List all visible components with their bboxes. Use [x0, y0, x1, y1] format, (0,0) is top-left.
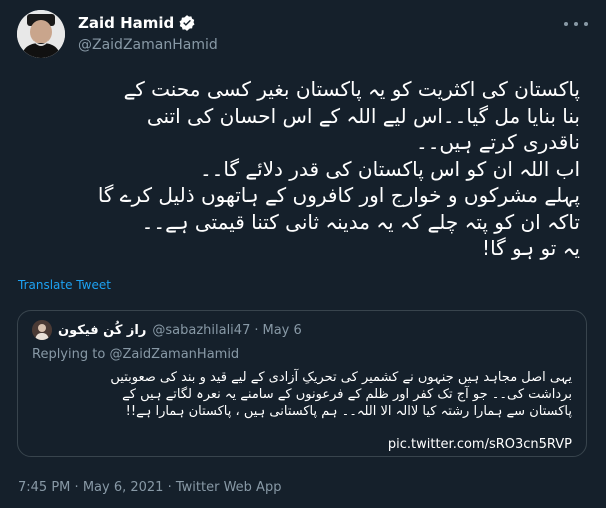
tweet-line: ناقدری کرتے ہیں۔۔ [415, 130, 580, 154]
translate-tweet-link[interactable]: Translate Tweet [18, 278, 111, 292]
author-name-row: Zaid Hamid [78, 14, 196, 32]
tweet-date[interactable]: May 6, 2021 [83, 480, 164, 495]
quoted-media-link: pic.twitter.com/sRO3cn5RVP [387, 437, 572, 452]
tweet-line: تاکہ ان کو پتہ چلے کہ یہ مدینہ ثانی کتنا… [141, 209, 580, 234]
quoted-line: پاکستان سے ہمارا رشتہ کیا لاالہ الا اللہ… [125, 404, 572, 419]
author-display-name[interactable]: Zaid Hamid [78, 14, 174, 32]
quoted-handle: @sabazhilali47 [152, 322, 251, 338]
author-avatar[interactable] [17, 10, 65, 58]
quoted-separator: · [254, 322, 259, 338]
tweet-line: یہ تو ہو گا! [482, 236, 580, 260]
tweet-metadata: 7:45 PM · May 6, 2021 · Twitter Web App [18, 480, 281, 495]
quoted-date: May 6 [262, 322, 302, 338]
tweet-text: پاکستان کی اکثریت کو یہ پاکستان بغیر کسی… [16, 76, 580, 262]
quoted-avatar [32, 320, 52, 340]
more-options-icon[interactable] [564, 16, 588, 32]
replying-handle: @ZaidZamanHamid [109, 347, 240, 362]
tweet-source[interactable]: Twitter Web App [176, 480, 282, 495]
replying-prefix: Replying to [32, 347, 110, 362]
author-handle[interactable]: @ZaidZamanHamid [78, 37, 218, 53]
quoted-line: یہی اصل مجاہد ہیں جنہوں نے کشمیر کی تحری… [110, 370, 572, 385]
tweet-time[interactable]: 7:45 PM [18, 480, 70, 495]
quoted-display-name: راز کُن فیکون [58, 322, 147, 338]
quoted-tweet[interactable]: راز کُن فیکون @sabazhilali47 · May 6 Rep… [17, 310, 587, 457]
tweet-card: Zaid Hamid @ZaidZamanHamid پاکستان کی اک… [0, 0, 606, 508]
verified-badge-icon [179, 15, 195, 31]
quoted-text: یہی اصل مجاہد ہیں جنہوں نے کشمیر کی تحری… [32, 369, 572, 420]
tweet-line: اب اللہ ان کو اس پاکستان کی قدر دلائے گا… [199, 156, 580, 181]
quoted-header: راز کُن فیکون @sabazhilali47 · May 6 [32, 320, 302, 340]
quoted-replying-to: Replying to @ZaidZamanHamid [32, 347, 239, 362]
tweet-line: پہلے مشرکوں و خوارج اور کافروں کے ہاتھوں… [97, 183, 580, 207]
quoted-line: برداشت کی۔۔ جو آج تک کفر اور ظلم کے فرعو… [122, 387, 572, 402]
meta-separator: · [167, 480, 172, 495]
meta-separator: · [74, 480, 79, 495]
tweet-line: پاکستان کی اکثریت کو یہ پاکستان بغیر کسی… [123, 77, 580, 101]
tweet-line: بنا بنایا مل گیا۔۔اس لیے اللہ کے اس احسا… [146, 103, 580, 128]
